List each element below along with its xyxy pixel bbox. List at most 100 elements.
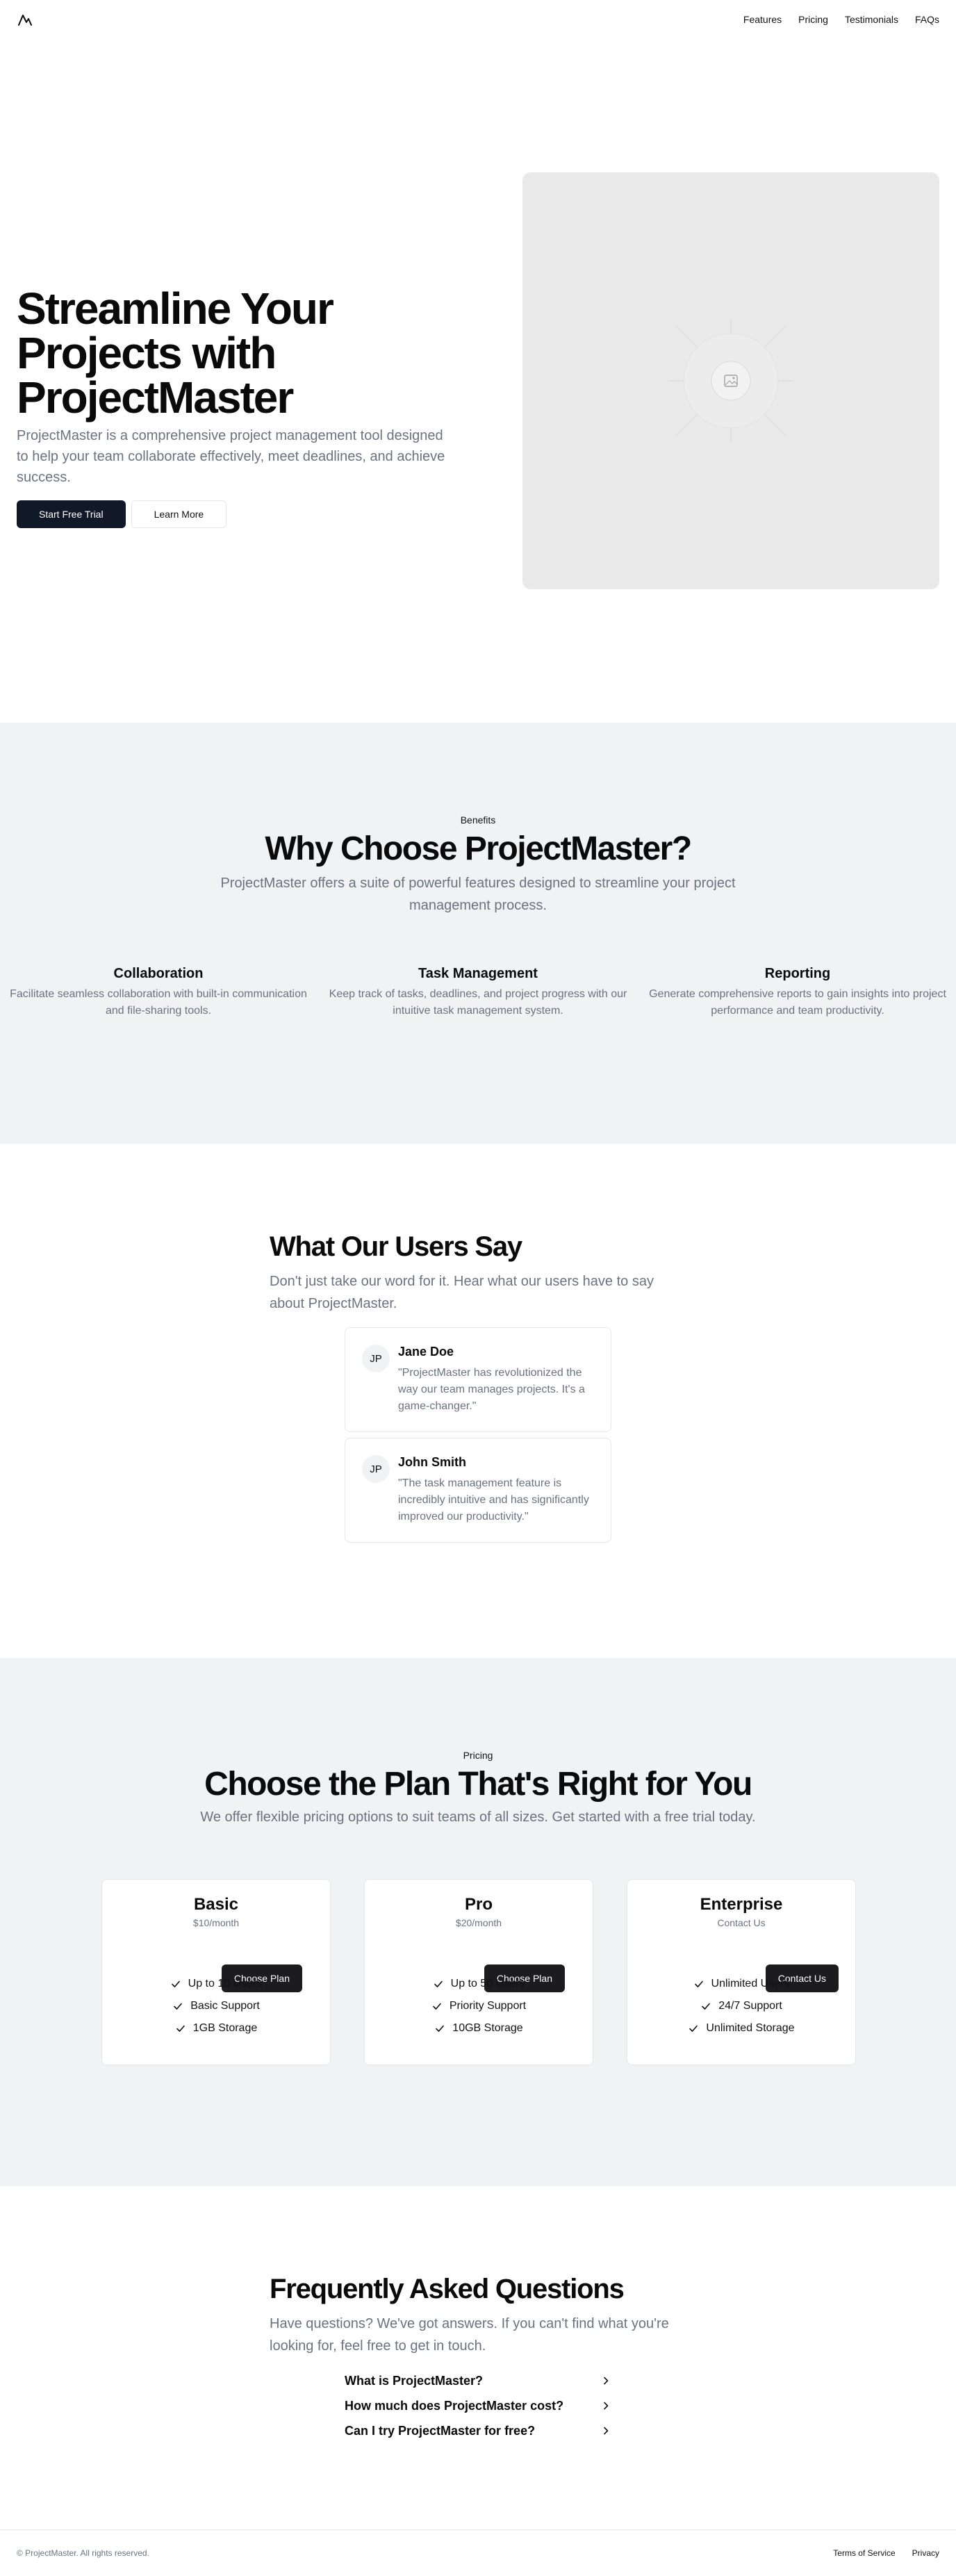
hero-title: Streamline Your Projects with ProjectMas… (17, 284, 334, 423)
hero-subtitle: ProjectMaster is a comprehensive project… (17, 428, 445, 485)
copyright-text: © ProjectMaster. All rights reserved. (17, 2548, 149, 2558)
feature-title: Task Management (418, 966, 538, 981)
plan-feature: Unlimited Users (627, 1973, 855, 1995)
benefits-section: Benefits Why Choose ProjectMaster? Proje… (0, 723, 956, 1144)
feature-description: Generate comprehensive reports to gain i… (649, 988, 946, 1017)
privacy-link[interactable]: Privacy (912, 2548, 939, 2558)
testimonial-author: John Smith (398, 1455, 466, 1469)
plan-feature: Basic Support (102, 1995, 330, 2017)
mountain-logo-icon[interactable] (17, 11, 33, 28)
plan-feature: 1GB Storage (102, 2017, 330, 2040)
plan-price: Contact Us (717, 1917, 766, 1928)
plan-feature-label: 10GB Storage (452, 2022, 523, 2034)
site-footer: © ProjectMaster. All rights reserved. Te… (0, 2529, 956, 2576)
chevron-right-icon (604, 2377, 609, 2385)
check-icon (436, 2025, 445, 2032)
check-icon (689, 2025, 698, 2032)
hero-section: Streamline Your Projects with ProjectMas… (17, 286, 489, 528)
check-icon (176, 2025, 185, 2032)
plan-feature: Unlimited Storage (627, 2017, 855, 2040)
testimonial-quote: "ProjectMaster has revolutionized the wa… (398, 1367, 585, 1412)
plan-card-pro: Pro $20/month Choose Plan Up to 50 Users… (364, 1879, 593, 2065)
faq-question: Can I try ProjectMaster for free? (345, 2423, 536, 2438)
testimonials-title: What Our Users Say (270, 1231, 522, 1262)
benefits-title: Why Choose ProjectMaster? (265, 830, 692, 867)
plan-feature-list: Up to 10 Users Basic Support 1GB Storage (102, 1973, 330, 2040)
testimonials-subtitle: Don't just take our word for it. Hear wh… (270, 1274, 654, 1311)
hero-actions: Start Free Trial Learn More (17, 500, 489, 528)
plan-feature-list: Unlimited Users 24/7 Support Unlimited S… (627, 1973, 855, 2040)
plan-feature-label: Unlimited Users (711, 1978, 790, 1990)
feature-description: Keep track of tasks, deadlines, and proj… (329, 988, 627, 1017)
faq-list: What is ProjectMaster? How much does Pro… (345, 2368, 611, 2443)
pricing-title: Choose the Plan That's Right for You (204, 1766, 752, 1803)
plan-name: Pro (464, 1895, 493, 1914)
check-icon (171, 1980, 180, 1987)
plan-feature-label: Up to 10 Users (188, 1978, 263, 1990)
plan-name: Enterprise (700, 1895, 783, 1914)
testimonials-section: What Our Users Say Don't just take our w… (270, 1230, 686, 1315)
testimonial-author: Jane Doe (398, 1345, 454, 1359)
plan-name: Basic (193, 1895, 239, 1914)
plan-feature-label: 24/7 Support (718, 2000, 782, 2012)
faq-title: Frequently Asked Questions (270, 2274, 625, 2304)
nav-link-testimonials[interactable]: Testimonials (845, 14, 898, 25)
feature-grid: Collaboration Facilitate seamless collab… (0, 966, 956, 1019)
plan-feature-label: Unlimited Storage (706, 2022, 795, 2034)
plan-feature: 24/7 Support (627, 1995, 855, 2017)
plan-feature: Priority Support (365, 1995, 593, 2017)
start-free-trial-button[interactable]: Start Free Trial (17, 500, 126, 528)
avatar: JP (362, 1345, 390, 1372)
terms-of-service-link[interactable]: Terms of Service (833, 2548, 895, 2558)
faq-item[interactable]: How much does ProjectMaster cost? (345, 2393, 611, 2418)
hero-image-placeholder (522, 172, 939, 589)
footer-nav: Terms of Service Privacy (833, 2548, 939, 2558)
feature-description: Facilitate seamless collaboration with b… (10, 988, 307, 1017)
testimonial-quote: "The task management feature is incredib… (398, 1477, 589, 1523)
pricing-section: Pricing Choose the Plan That's Right for… (0, 1658, 956, 2186)
faq-question: How much does ProjectMaster cost? (345, 2398, 564, 2413)
check-icon (174, 2003, 182, 2010)
nav-link-faqs[interactable]: FAQs (915, 14, 939, 25)
plan-feature-list: Up to 50 Users Priority Support 10GB Sto… (365, 1973, 593, 2040)
check-icon (694, 1980, 703, 1987)
plan-card-basic: Basic $10/month Choose Plan Up to 10 Use… (101, 1879, 331, 2065)
feature-collaboration: Collaboration Facilitate seamless collab… (6, 966, 311, 1019)
testimonial-list: JP Jane Doe "ProjectMaster has revolutio… (345, 1327, 611, 1548)
plan-price: $10/month (192, 1917, 240, 1928)
pricing-eyebrow: Pricing (463, 1750, 493, 1761)
faq-section: Frequently Asked Questions Have question… (270, 2272, 686, 2357)
check-icon (434, 1980, 443, 1987)
feature-title: Collaboration (113, 966, 204, 981)
testimonial-card: JP Jane Doe "ProjectMaster has revolutio… (345, 1327, 611, 1432)
learn-more-button[interactable]: Learn More (131, 500, 227, 528)
plan-feature: Up to 10 Users (102, 1973, 330, 1995)
image-placeholder-icon (668, 318, 793, 443)
chevron-right-icon (604, 2402, 609, 2410)
plan-feature-label: 1GB Storage (192, 2022, 258, 2034)
nav-link-pricing[interactable]: Pricing (798, 14, 828, 25)
feature-reporting: Reporting Generate comprehensive reports… (645, 966, 950, 1019)
nav-link-features[interactable]: Features (743, 14, 782, 25)
feature-task-management: Task Management Keep track of tasks, dea… (325, 966, 631, 1019)
pricing-plans: Basic $10/month Choose Plan Up to 10 Use… (101, 1879, 856, 2065)
benefits-subtitle: ProjectMaster offers a suite of powerful… (220, 875, 736, 913)
plan-feature-label: Priority Support (449, 2000, 527, 2012)
main-nav: Features Pricing Testimonials FAQs (743, 14, 939, 25)
faq-subtitle: Have questions? We've got answers. If yo… (270, 2316, 669, 2354)
feature-title: Reporting (764, 966, 831, 981)
testimonial-card: JP John Smith "The task management featu… (345, 1438, 611, 1543)
plan-feature: 10GB Storage (365, 2017, 593, 2040)
site-header: Features Pricing Testimonials FAQs (0, 0, 956, 39)
plan-price: $20/month (455, 1917, 502, 1928)
plan-card-enterprise: Enterprise Contact Us Contact Us Unlimit… (627, 1879, 856, 2065)
faq-item[interactable]: What is ProjectMaster? (345, 2368, 611, 2393)
faq-item[interactable]: Can I try ProjectMaster for free? (345, 2418, 611, 2443)
plan-feature-label: Basic Support (190, 2000, 260, 2012)
chevron-right-icon (604, 2427, 609, 2435)
check-icon (702, 2003, 710, 2010)
plan-feature-label: Up to 50 Users (450, 1978, 525, 1990)
plan-feature: Up to 50 Users (365, 1973, 593, 1995)
faq-question: What is ProjectMaster? (345, 2373, 484, 2388)
avatar: JP (362, 1455, 390, 1483)
